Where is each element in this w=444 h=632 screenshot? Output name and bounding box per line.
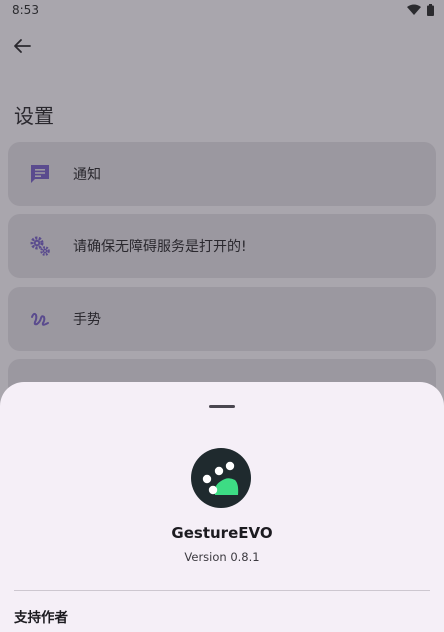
settings-item-notifications[interactable]: 通知 [8, 142, 436, 206]
status-time: 8:53 [12, 3, 39, 17]
battery-icon [427, 4, 434, 16]
support-author-link[interactable]: 支持作者 [14, 606, 68, 626]
status-bar: 8:53 [0, 0, 444, 22]
gears-icon [30, 236, 50, 256]
gesture-icon [31, 312, 49, 326]
settings-item-label: 手势 [73, 312, 101, 328]
app-name: GestureEVO [171, 524, 273, 542]
divider [14, 590, 430, 591]
drag-handle[interactable] [209, 405, 235, 408]
wifi-icon [407, 4, 421, 15]
back-button[interactable] [10, 34, 34, 58]
arrow-left-icon [14, 39, 31, 53]
message-icon [31, 165, 49, 183]
app-logo-icon [191, 448, 251, 508]
settings-item-accessibility[interactable]: 请确保无障碍服务是打开的! [8, 214, 436, 278]
page-title: 设置 [14, 104, 54, 128]
settings-item-label: 通知 [73, 167, 101, 183]
settings-item-gestures[interactable]: 手势 [8, 287, 436, 351]
about-bottom-sheet: GestureEVO Version 0.8.1 支持作者 [0, 382, 444, 632]
app-version: Version 0.8.1 [184, 550, 260, 564]
settings-item-label: 请确保无障碍服务是打开的! [73, 239, 247, 255]
